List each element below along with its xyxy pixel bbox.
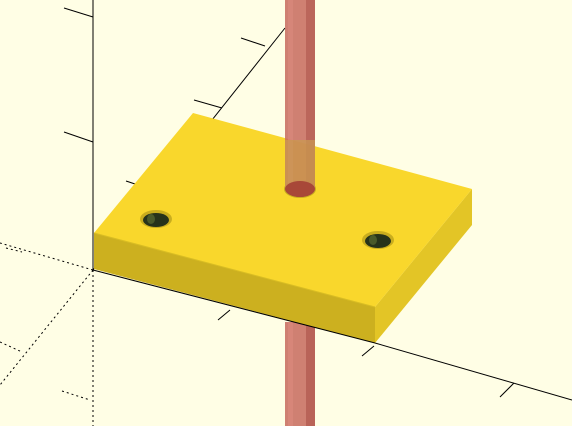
3d-viewport[interactable] — [0, 0, 572, 426]
render-canvas[interactable] — [0, 0, 572, 426]
transparent-rod[interactable] — [285, 0, 315, 197]
x-tick — [499, 382, 515, 398]
rectangular-plate[interactable] — [93, 113, 472, 343]
mounting-hole-left[interactable] — [140, 210, 172, 228]
z-tick — [63, 131, 94, 143]
transparent-rod-lower[interactable] — [285, 322, 315, 426]
y-tick — [193, 99, 223, 109]
x-tick — [361, 345, 375, 357]
z-tick — [63, 7, 94, 18]
x-axis-negative — [0, 242, 94, 271]
neg-tick — [61, 390, 91, 401]
neg-tick — [0, 341, 23, 353]
y-tick — [240, 37, 266, 47]
y-axis-negative — [0, 269, 94, 386]
x-axis-positive — [374, 342, 572, 401]
x-tick — [217, 309, 231, 321]
axes-negative — [0, 242, 94, 426]
mounting-hole-right[interactable] — [362, 231, 394, 249]
